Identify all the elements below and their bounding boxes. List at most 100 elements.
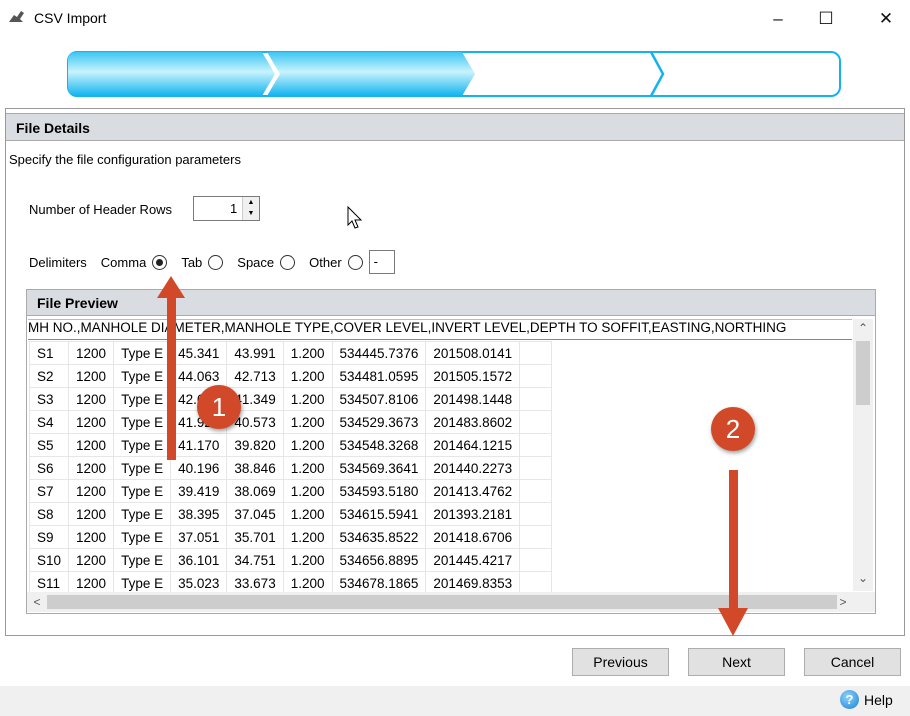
scroll-down-icon[interactable]: ⌄ bbox=[853, 571, 873, 585]
grid-cell: 36.101 bbox=[170, 548, 228, 572]
annotation-badge-1: 1 bbox=[197, 385, 241, 429]
grid-cell: Type E bbox=[113, 364, 172, 388]
grid-cell-empty bbox=[519, 433, 553, 457]
grid-cell: 1200 bbox=[68, 433, 115, 457]
grid-row[interactable]: S4 1200 Type E 41.923 40.573 1.200 534529.3673… bbox=[28, 410, 553, 434]
grid-row[interactable]: S9 1200 Type E 37.051 35.701 1.200 534635.8522… bbox=[28, 525, 553, 549]
file-details-description: Specify the file configuration parameter… bbox=[9, 152, 241, 167]
spin-down-icon[interactable]: ▼ bbox=[243, 208, 259, 219]
grid-row[interactable]: S8 1200 Type E 38.395 37.045 1.200 534615.5941… bbox=[28, 502, 553, 526]
grid-cell-empty bbox=[519, 548, 553, 572]
delimiter-other-radio[interactable] bbox=[347, 254, 363, 270]
file-details-header: File Details bbox=[6, 113, 904, 141]
grid-cell: 534481.0595 bbox=[331, 364, 427, 388]
header-rows-value: 1 bbox=[230, 201, 238, 216]
progress-step-1 bbox=[68, 52, 275, 96]
file-preview-group: File Preview MH NO.,MANHOLE DIAMETER,MAN… bbox=[26, 289, 876, 614]
scroll-up-icon[interactable]: ⌃ bbox=[853, 321, 873, 335]
grid-cell: 38.846 bbox=[226, 456, 284, 480]
grid-cell: 534656.8895 bbox=[331, 548, 427, 572]
grid-row[interactable]: S7 1200 Type E 39.419 38.069 1.200 534593.5180… bbox=[28, 479, 553, 503]
grid-cell: Type E bbox=[113, 479, 172, 503]
grid-cell: 534569.3641 bbox=[331, 456, 427, 480]
grid-cell: S5 bbox=[28, 433, 70, 457]
grid-cell: 201418.6706 bbox=[425, 525, 521, 549]
other-delimiter-input[interactable]: - bbox=[368, 250, 395, 274]
header-rows-stepper[interactable]: 1 ▲ ▼ bbox=[193, 196, 260, 221]
close-button[interactable]: ✕ bbox=[866, 6, 906, 32]
grid-cell: S6 bbox=[28, 456, 70, 480]
grid-cell: 1200 bbox=[68, 364, 115, 388]
scroll-left-icon[interactable]: < bbox=[27, 595, 47, 609]
minimize-button[interactable]: – bbox=[758, 6, 798, 32]
delimiter-other-label[interactable]: Other bbox=[309, 255, 342, 270]
grid-cell: 1.200 bbox=[282, 387, 333, 411]
grid-cell: Type E bbox=[113, 502, 172, 526]
help-label: Help bbox=[864, 691, 893, 708]
grid-cell: 1.200 bbox=[282, 456, 333, 480]
grid-row[interactable]: S31200Type E42.69941.3491.200534507.8106… bbox=[28, 387, 553, 411]
grid-cell: Type E bbox=[113, 456, 172, 480]
grid-cell-empty bbox=[519, 387, 553, 411]
spin-up-icon[interactable]: ▲ bbox=[243, 197, 259, 208]
cancel-button[interactable]: Cancel bbox=[804, 648, 901, 676]
grid-cell: 35.701 bbox=[226, 525, 284, 549]
grid-cell-empty bbox=[519, 502, 553, 526]
grid-row[interactable]: S1 1200 Type E 45.341 43.991 1.200 534445.7376… bbox=[28, 341, 553, 365]
grid-cell: 1200 bbox=[68, 341, 115, 365]
grid-cell: 1200 bbox=[68, 548, 115, 572]
delimiter-comma-label[interactable]: Comma bbox=[101, 255, 147, 270]
grid-row[interactable]: S6 1200 Type E 40.196 38.846 1.200 534569.3641… bbox=[28, 456, 553, 480]
file-preview-header: File Preview bbox=[27, 290, 875, 316]
delimiter-comma-radio[interactable] bbox=[152, 254, 168, 270]
help-link[interactable]: ? Help bbox=[840, 690, 893, 709]
grid-cell-empty bbox=[519, 341, 553, 365]
grid-cell: 42.713 bbox=[226, 364, 284, 388]
progress-step-2 bbox=[267, 52, 475, 96]
delimiters-group: Delimiters Comma Tab Space Other - bbox=[29, 250, 395, 274]
grid-cell: 534529.3673 bbox=[331, 410, 427, 434]
grid-cell: 1200 bbox=[68, 502, 115, 526]
grid-cell: 1200 bbox=[68, 387, 115, 411]
grid-cell: S9 bbox=[28, 525, 70, 549]
grid-cell: 39.419 bbox=[170, 479, 228, 503]
grid-cell: 201505.1572 bbox=[425, 364, 521, 388]
delimiter-space-label[interactable]: Space bbox=[237, 255, 274, 270]
delimiter-tab-radio[interactable] bbox=[208, 254, 224, 270]
next-button[interactable]: Next bbox=[688, 648, 785, 676]
vertical-scroll-thumb[interactable] bbox=[856, 341, 870, 405]
delimiter-tab-label[interactable]: Tab bbox=[181, 255, 202, 270]
window-title: CSV Import bbox=[34, 10, 107, 26]
grid-cell: 1.200 bbox=[282, 525, 333, 549]
grid-cell: 40.196 bbox=[170, 456, 228, 480]
grid-cell: Type E bbox=[113, 548, 172, 572]
scroll-right-icon[interactable]: > bbox=[833, 595, 853, 609]
grid-cell: 201483.8602 bbox=[425, 410, 521, 434]
preview-grid[interactable]: S1 1200 Type E 45.341 43.991 1.200 534445.7376… bbox=[28, 341, 553, 595]
grid-cell: 45.341 bbox=[170, 341, 228, 365]
maximize-button[interactable]: ☐ bbox=[806, 6, 846, 32]
grid-cell: 534507.8106 bbox=[331, 387, 427, 411]
grid-cell: 1200 bbox=[68, 525, 115, 549]
grid-cell: 534615.5941 bbox=[331, 502, 427, 526]
grid-cell-empty bbox=[519, 456, 553, 480]
grid-cell: 534445.7376 bbox=[331, 341, 427, 365]
grid-row[interactable]: S5 1200 Type E 41.170 39.820 1.200 534548.3268… bbox=[28, 433, 553, 457]
grid-cell: 37.051 bbox=[170, 525, 228, 549]
grid-cell: 37.045 bbox=[226, 502, 284, 526]
grid-cell: 201393.2181 bbox=[425, 502, 521, 526]
grid-cell: 201440.2273 bbox=[425, 456, 521, 480]
vertical-scrollbar[interactable]: ⌃ ⌄ bbox=[853, 319, 873, 591]
grid-cell: S10 bbox=[28, 548, 70, 572]
grid-row[interactable]: S10 1200 Type E 36.101 34.751 1.200 534656.889… bbox=[28, 548, 553, 572]
app-icon bbox=[9, 11, 24, 22]
grid-row[interactable]: S2 1200 Type E 44.063 42.713 1.200 534481.0595… bbox=[28, 364, 553, 388]
horizontal-scrollbar[interactable]: < > bbox=[27, 592, 875, 612]
grid-cell: Type E bbox=[113, 525, 172, 549]
horizontal-scroll-thumb[interactable] bbox=[47, 595, 837, 609]
grid-cell: S4 bbox=[28, 410, 70, 434]
delimiter-space-radio[interactable] bbox=[280, 254, 296, 270]
spin-buttons[interactable]: ▲ ▼ bbox=[242, 197, 259, 220]
previous-button[interactable]: Previous bbox=[572, 648, 669, 676]
grid-cell: S3 bbox=[28, 387, 70, 411]
